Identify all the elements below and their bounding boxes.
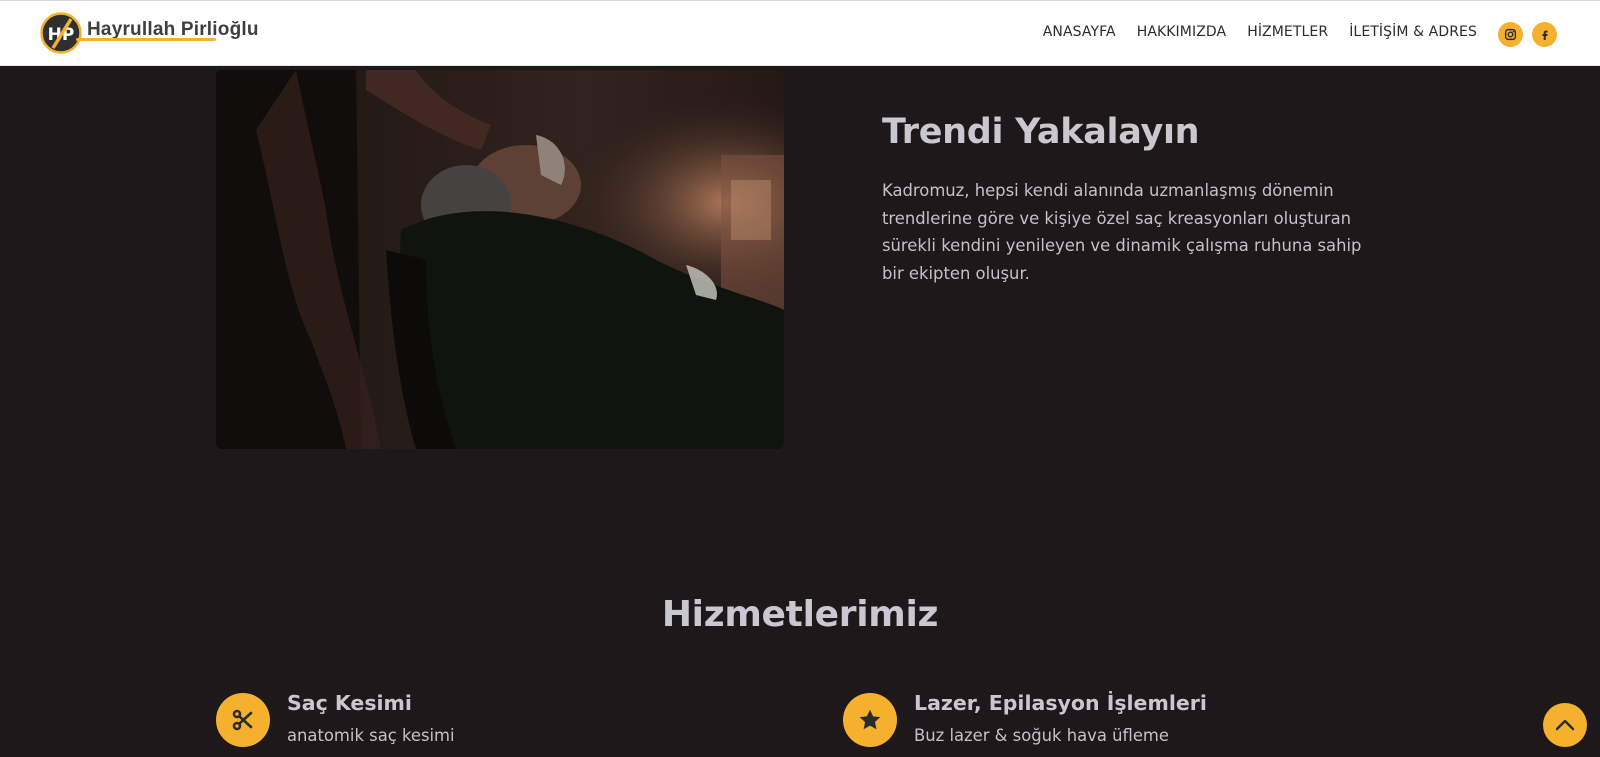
nav-item-hizmetler[interactable]: HİZMETLER [1247,24,1328,40]
service-description: anatomik saç kesimi [287,726,455,745]
service-item-sac-kesimi: Saç Kesimi anatomik saç kesimi [216,691,455,747]
nav-item-hakkimizda[interactable]: HAKKIMIZDA [1137,24,1227,40]
service-icon-badge [843,693,897,747]
service-title: Lazer, Epilasyon İşlemleri [914,691,1207,715]
services-title: Hizmetlerimiz [661,594,939,635]
star-icon [859,709,881,730]
instagram-icon [1504,28,1517,41]
hero-barber-photo [216,70,784,449]
service-item-lazer-epilasyon: Lazer, Epilasyon İşlemleri Buz lazer & s… [843,691,1207,747]
chevron-up-icon [1555,719,1575,731]
hero-description: Kadromuz, hepsi kendi alanında uzmanlaşm… [882,181,1362,283]
main-nav: ANASAYFA HAKKIMIZDA HİZMETLER İLETİŞİM &… [1022,24,1477,40]
service-title: Saç Kesimi [287,691,412,715]
facebook-icon [1542,30,1547,40]
instagram-button[interactable] [1498,22,1523,47]
scissors-icon [232,709,253,731]
brand[interactable]: HP Hayrullah Pirlioğlu [40,12,259,54]
facebook-button[interactable] [1532,22,1557,47]
hero-title: Trendi Yakalayın [882,112,1200,152]
brand-logo-icon: HP [40,12,82,54]
site-header: HP Hayrullah Pirlioğlu ANASAYFA HAKKIMIZ… [0,0,1600,66]
service-icon-badge [216,693,270,747]
nav-item-anasayfa[interactable]: ANASAYFA [1043,24,1116,40]
service-description: Buz lazer & soğuk hava üfleme [914,726,1169,745]
nav-item-iletisim-adres[interactable]: İLETİŞİM & ADRES [1349,24,1477,40]
brand-underline [76,38,216,41]
back-to-top-button[interactable] [1543,703,1587,747]
